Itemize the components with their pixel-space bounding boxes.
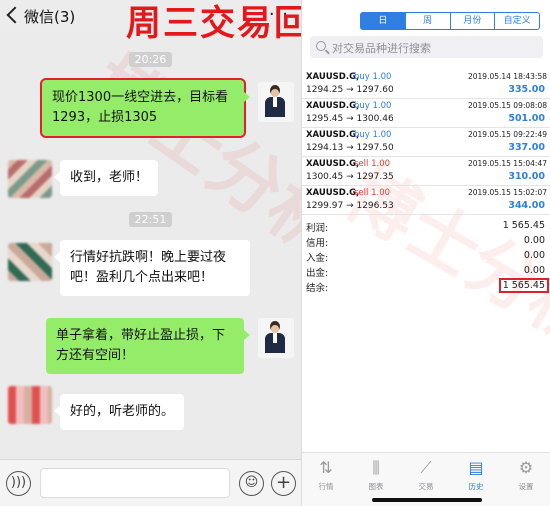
trade-symbol: XAUUSD.G,	[306, 72, 360, 82]
back-label[interactable]: 微信(3)	[24, 6, 75, 27]
outgoing-message[interactable]: 现价1300一线空进去，目标看1293，止损1305	[40, 78, 250, 138]
trade-prices: 1299.97 → 1296.53	[306, 201, 394, 211]
tab-quotes[interactable]: ⇅ 行情	[306, 457, 346, 492]
incoming-message[interactable]: 收到，老师！	[53, 160, 159, 196]
trading-history-panel: 博士分析师 日 周 月份 自定义 对交易品种进行搜索 XAUUSD.G, buy…	[301, 0, 550, 506]
trade-history-list: XAUUSD.G, buy 1.00 2019.05.14 18:43:58 1…	[302, 70, 550, 215]
trade-profit: 335.00	[508, 84, 545, 95]
trade-row[interactable]: XAUUSD.G, buy 1.00 2019.05.14 18:43:58 1…	[302, 70, 550, 99]
back-chevron-icon[interactable]	[6, 6, 24, 24]
summary-value: 0.00	[523, 235, 545, 246]
trade-date: 2019.05.15 15:04:47	[467, 159, 547, 168]
student-avatar[interactable]	[8, 243, 52, 281]
trade-row[interactable]: XAUUSD.G, buy 1.00 2019.05.15 09:22:49 1…	[302, 128, 550, 157]
trade-date: 2019.05.15 09:22:49	[467, 130, 547, 139]
trade-row[interactable]: XAUUSD.G, buy 1.00 2019.05.15 09:08:08 1…	[302, 99, 550, 128]
segment-custom[interactable]: 自定义	[495, 13, 539, 29]
history-icon: ▤	[468, 458, 484, 477]
summary-label: 出金:	[306, 268, 329, 279]
trade-prices: 1295.45 → 1300.46	[306, 114, 394, 124]
search-icon	[316, 41, 326, 51]
timestamp: 22:51	[0, 208, 301, 227]
summary-label: 信用:	[306, 238, 329, 249]
tab-label: 历史	[468, 482, 484, 491]
student-avatar[interactable]	[8, 386, 52, 424]
trade-date: 2019.05.14 18:43:58	[467, 72, 547, 81]
trade-prices: 1300.45 → 1297.35	[306, 172, 394, 182]
trade-direction: buy 1.00	[354, 101, 392, 111]
summary-value: 1 565.45	[502, 220, 545, 231]
search-placeholder: 对交易品种进行搜索	[332, 42, 431, 55]
summary-label: 结余:	[306, 283, 329, 294]
tab-trade[interactable]: ⟋ 交易	[406, 457, 446, 492]
student-avatar[interactable]	[8, 160, 52, 198]
summary-row-deposit: 入金: 0.00	[302, 249, 550, 264]
summary-value: 0.00	[523, 265, 545, 276]
segment-day[interactable]: 日	[361, 13, 406, 29]
settings-icon: ⚙	[518, 458, 534, 477]
trade-symbol: XAUUSD.G,	[306, 101, 360, 111]
trade-date: 2019.05.15 09:08:08	[467, 101, 547, 110]
period-segmented-control: 日 周 月份 自定义	[360, 12, 540, 30]
summary-row-credit: 信用: 0.00	[302, 234, 550, 249]
trade-symbol: XAUUSD.G,	[306, 188, 360, 198]
summary-row-balance: 结余: 1 565.45	[302, 278, 550, 294]
summary-label: 利润:	[306, 223, 329, 234]
incoming-message[interactable]: 行情好抗跌啊！晚上要过夜吧！盈利几个点出来吧！	[54, 240, 250, 296]
trade-symbol: XAUUSD.G,	[306, 130, 360, 140]
wechat-chat-panel: 微信(3) ··· 博士分析师 20:26 现价1300一线空进去，目标看129…	[0, 0, 301, 506]
summary-label: 入金:	[306, 253, 329, 264]
trade-direction: buy 1.00	[354, 130, 392, 140]
message-input[interactable]	[40, 468, 230, 498]
teacher-avatar[interactable]	[258, 318, 294, 358]
trade-icon: ⟋	[420, 458, 432, 477]
outgoing-message[interactable]: 单子拿着，带好止盈止损，下方还有空间！	[46, 318, 250, 374]
tab-label: 图表	[368, 482, 384, 491]
plus-icon[interactable]: +	[271, 471, 296, 496]
tab-label: 交易	[418, 482, 434, 491]
tab-history[interactable]: ▤ 历史	[456, 457, 496, 492]
trade-direction: sell 1.00	[354, 159, 391, 169]
home-indicator	[372, 498, 482, 502]
balance-value: 1 565.45	[498, 278, 550, 293]
trade-date: 2019.05.15 15:02:07	[467, 188, 547, 197]
trade-prices: 1294.25 → 1297.60	[306, 85, 394, 95]
trade-row[interactable]: XAUUSD.G, sell 1.00 2019.05.15 15:04:47 …	[302, 157, 550, 186]
trade-profit: 337.00	[508, 142, 545, 153]
tab-settings[interactable]: ⚙ 设置	[506, 457, 546, 492]
summary-row-withdrawal: 出金: 0.00	[302, 264, 550, 279]
segment-week[interactable]: 周	[406, 13, 451, 29]
trade-row[interactable]: XAUUSD.G, sell 1.00 2019.05.15 15:02:07 …	[302, 186, 550, 215]
voice-icon[interactable]: )))	[6, 471, 31, 496]
quotes-icon: ⇅	[319, 458, 333, 477]
trade-direction: sell 1.00	[354, 188, 391, 198]
incoming-message[interactable]: 好的，听老师的。	[53, 394, 185, 430]
chart-icon: ⫼	[372, 458, 380, 477]
trade-profit: 310.00	[508, 171, 545, 182]
timestamp: 20:26	[0, 48, 301, 67]
tab-label: 行情	[318, 482, 334, 491]
account-summary: 利润: 1 565.45 信用: 0.00 入金: 0.00 出金: 0.00 …	[302, 219, 550, 294]
trade-profit: 501.00	[508, 113, 545, 124]
teacher-avatar[interactable]	[258, 82, 294, 122]
trade-prices: 1294.13 → 1297.50	[306, 143, 394, 153]
trade-direction: buy 1.00	[354, 72, 392, 82]
segment-month[interactable]: 月份	[451, 13, 496, 29]
tab-chart[interactable]: ⫼ 图表	[356, 457, 396, 492]
summary-value: 0.00	[523, 250, 545, 261]
search-bar[interactable]: 对交易品种进行搜索	[310, 36, 543, 58]
summary-row-profit: 利润: 1 565.45	[302, 219, 550, 234]
emoji-icon[interactable]: ☺	[239, 471, 264, 496]
trade-profit: 344.00	[508, 200, 545, 211]
chat-input-bar: ))) ☺ +	[0, 459, 301, 506]
tab-label: 设置	[518, 482, 534, 491]
trade-symbol: XAUUSD.G,	[306, 159, 360, 169]
